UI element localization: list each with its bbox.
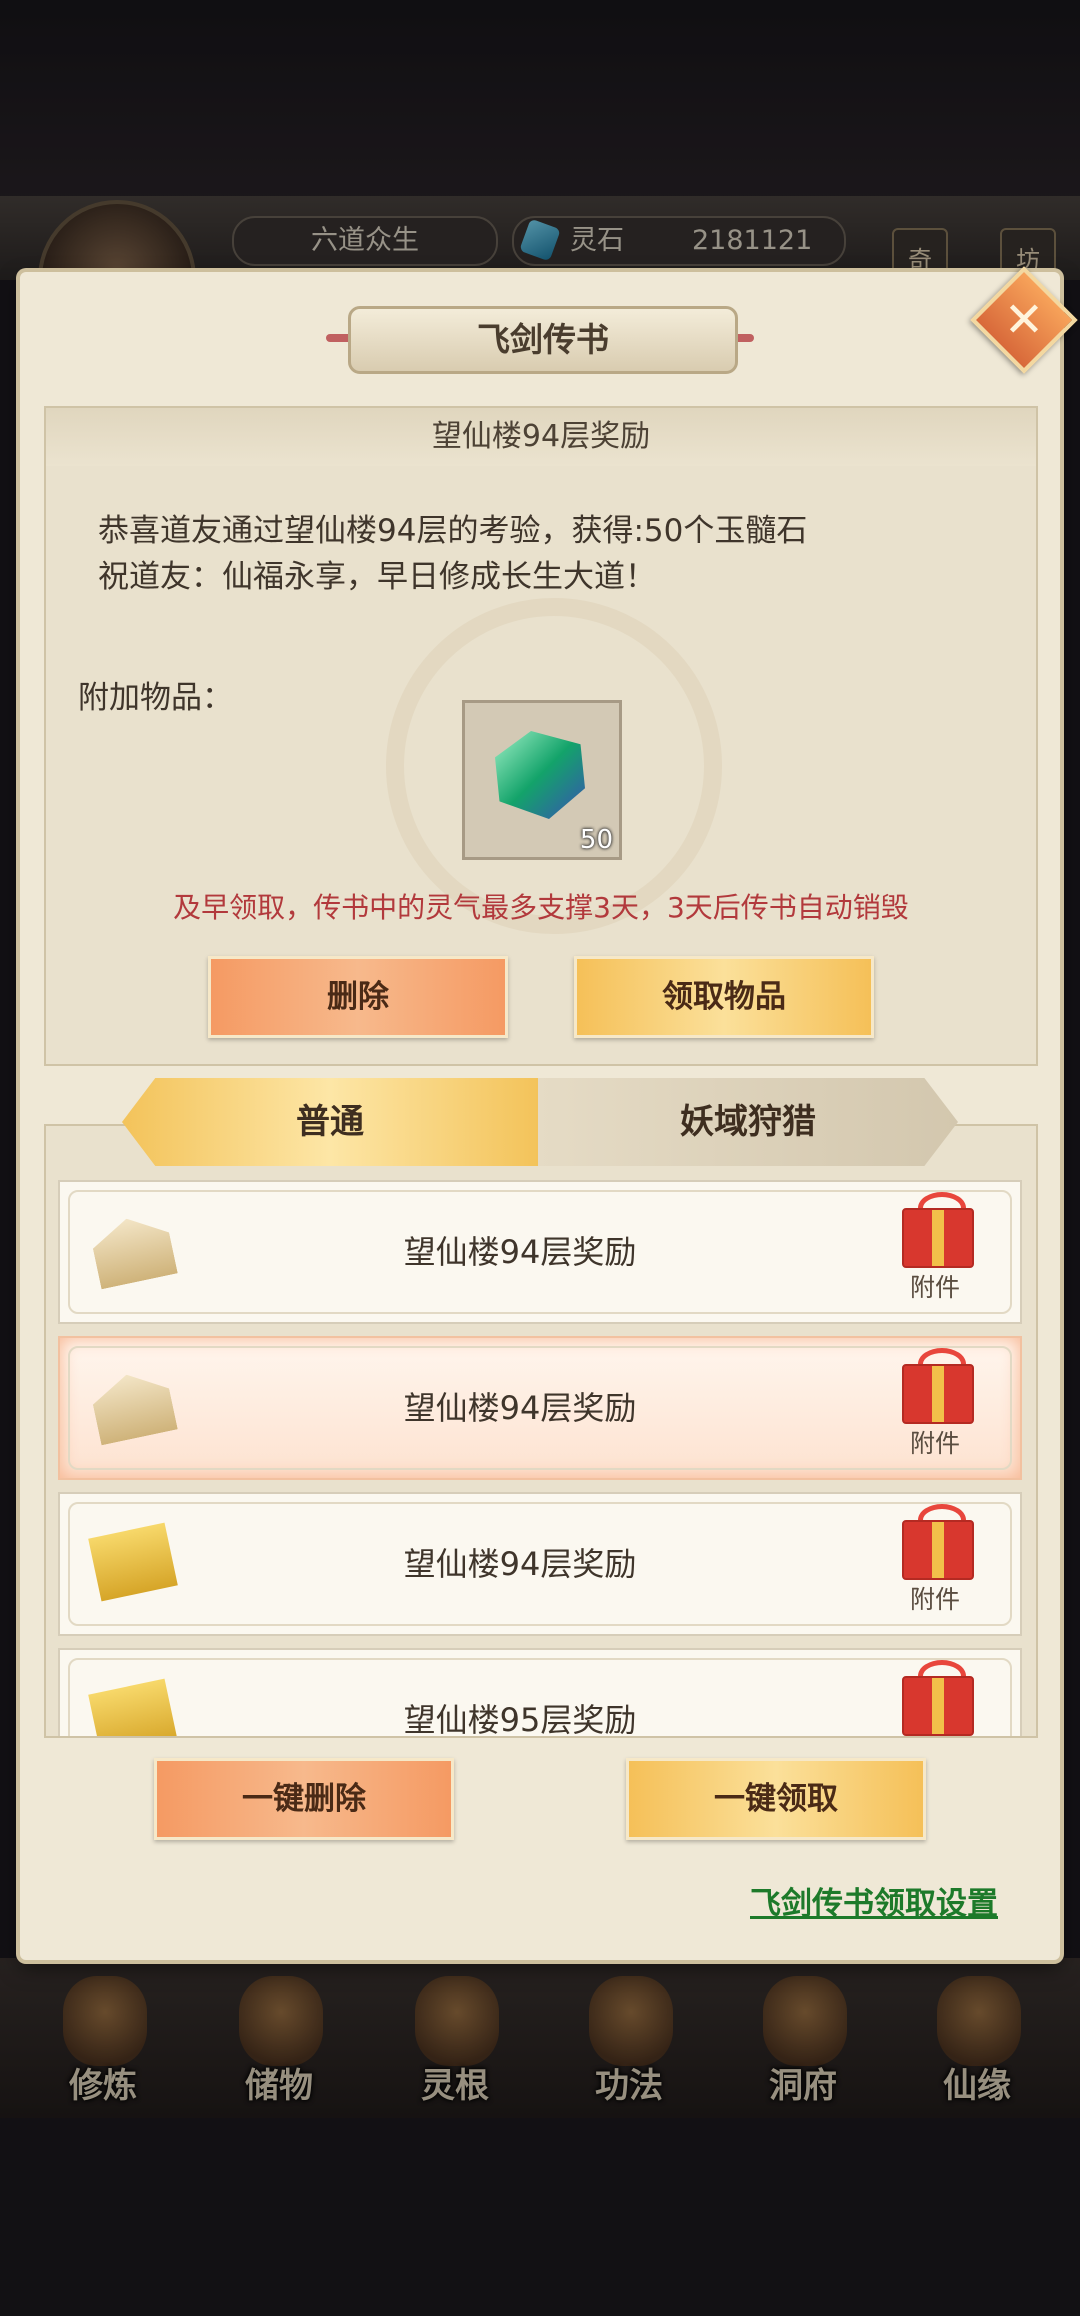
mail-item-title: 望仙楼94层奖励: [403, 1389, 637, 1427]
claim-all-button[interactable]: 一键领取: [626, 1758, 926, 1840]
mail-detail-panel: 望仙楼94层奖励 恭喜道友通过望仙楼94层的考验，获得:50个玉髓石 祝道友：仙…: [44, 406, 1038, 1066]
modal-title: 飞剑传书: [348, 306, 738, 374]
list-item[interactable]: 望仙楼94层奖励 附件: [58, 1492, 1022, 1636]
expiry-warning: 及早领取，传书中的灵气最多支撑3天，3天后传书自动销毁: [173, 891, 909, 924]
gift-box-icon: [902, 1364, 974, 1424]
tab-demon-hunt[interactable]: 妖域狩猎: [538, 1078, 958, 1166]
jade-stone-icon: [495, 731, 585, 819]
mail-body-line: 祝道友：仙福永享，早日修成长生大道！: [98, 559, 656, 595]
attachment-tag: 附件: [909, 1585, 960, 1614]
mail-body: 恭喜道友通过望仙楼94层的考验，获得:50个玉髓石 祝道友：仙福永享，早日修成长…: [98, 508, 998, 600]
mail-item-title: 望仙楼94层奖励: [403, 1545, 637, 1583]
list-item[interactable]: 望仙楼95层奖励: [58, 1648, 1022, 1738]
close-icon[interactable]: ✕: [986, 282, 1062, 358]
mail-list[interactable]: 望仙楼94层奖励 附件 望仙楼94层奖励 附件 望仙楼94层奖励 附件 望仙楼9…: [44, 1124, 1038, 1738]
mail-body-line: 恭喜道友通过望仙楼94层的考验，获得:50个玉髓石: [98, 513, 808, 549]
gift-box-icon: [902, 1676, 974, 1736]
attachment-tag: 附件: [909, 1273, 960, 1302]
delete-button[interactable]: 删除: [208, 956, 508, 1038]
attachment-tag: 附件: [909, 1429, 960, 1458]
mail-item-title: 望仙楼94层奖励: [403, 1233, 637, 1271]
delete-all-button[interactable]: 一键删除: [154, 1758, 454, 1840]
attachment-label: 附加物品：: [78, 680, 233, 716]
item-count: 50: [579, 825, 613, 855]
list-item-selected[interactable]: 望仙楼94层奖励 附件: [58, 1336, 1022, 1480]
claim-settings-link[interactable]: 飞剑传书领取设置: [750, 1878, 998, 1923]
attachment-item-slot[interactable]: 50: [462, 700, 622, 860]
list-item[interactable]: 望仙楼94层奖励 附件: [58, 1180, 1022, 1324]
claim-items-button[interactable]: 领取物品: [574, 956, 874, 1038]
mail-item-title: 望仙楼95层奖励: [403, 1701, 637, 1738]
tab-normal[interactable]: 普通: [122, 1078, 538, 1166]
gift-box-icon: [902, 1520, 974, 1580]
mail-subject: 望仙楼94层奖励: [46, 408, 1036, 466]
gift-box-icon: [902, 1208, 974, 1268]
